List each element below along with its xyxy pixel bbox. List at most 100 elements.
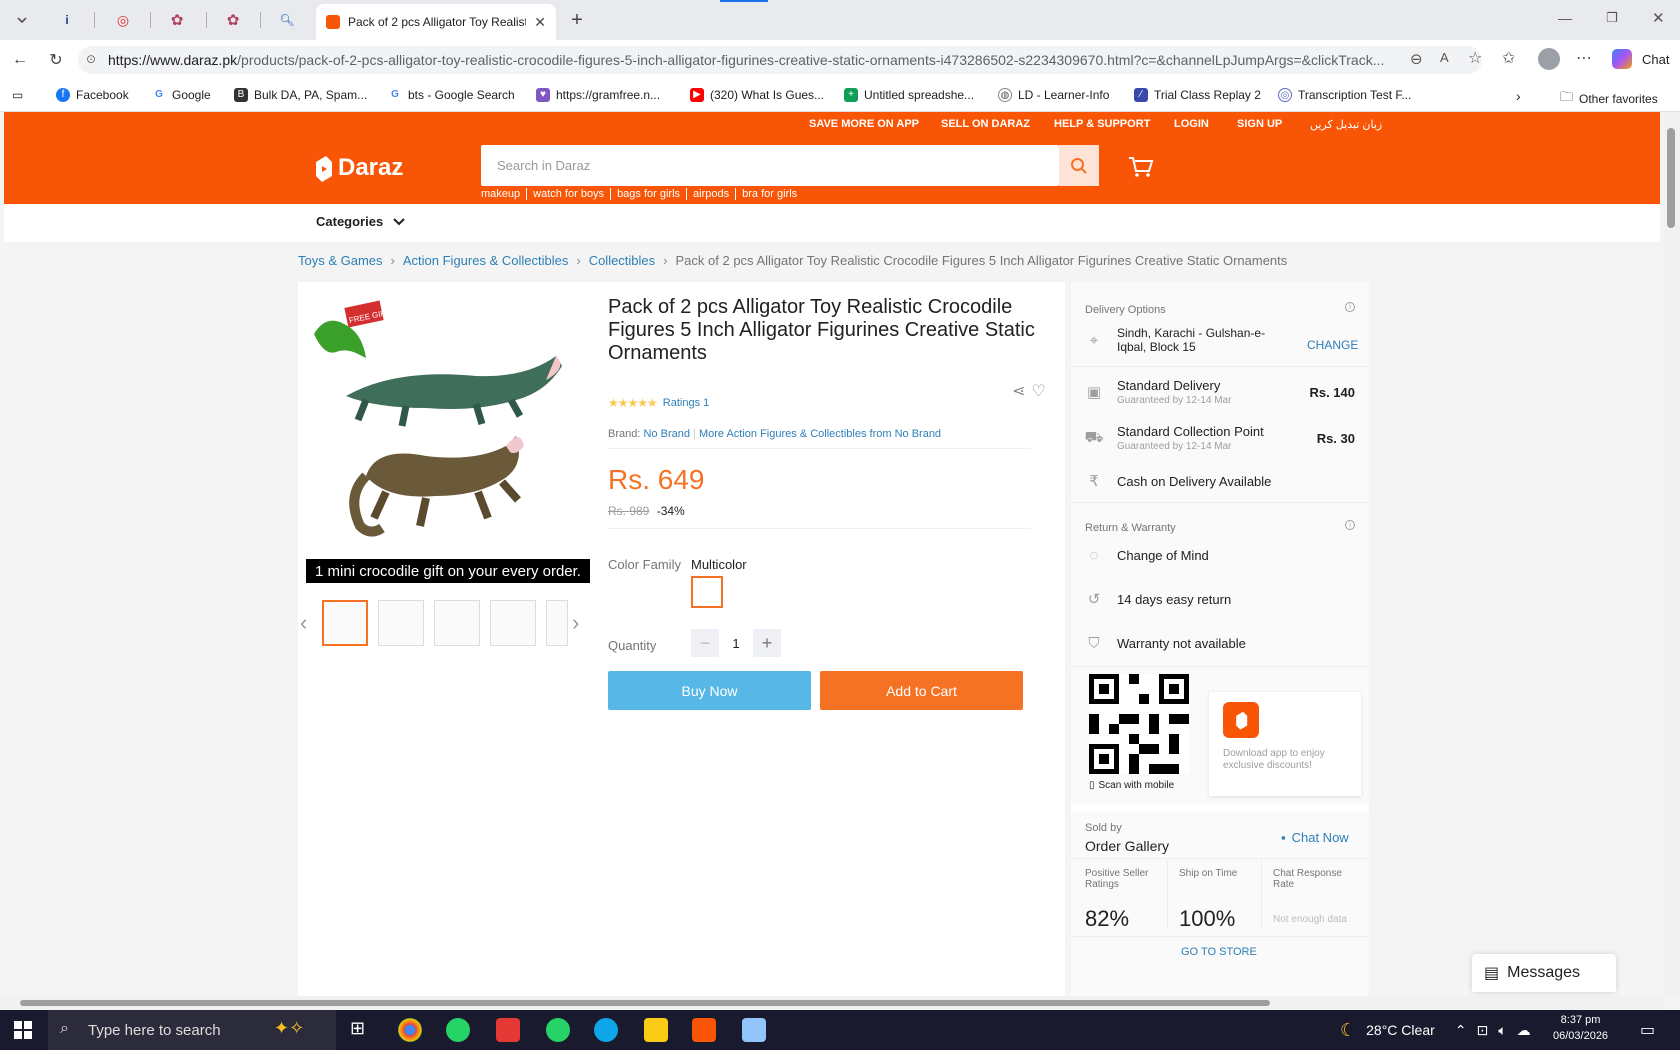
whatsapp-business-icon[interactable] xyxy=(546,1018,570,1042)
other-favorites[interactable]: 🗀 Other favorites xyxy=(1560,88,1658,110)
tab-gear[interactable]: ✿ xyxy=(162,0,192,40)
tab-search[interactable]: 🔍︎ xyxy=(272,0,302,40)
bookmarks-overflow-icon[interactable]: › xyxy=(1516,88,1521,104)
hscrollbar-thumb[interactable] xyxy=(20,1000,1270,1006)
tab-circle[interactable]: ◎ xyxy=(108,0,138,40)
login-link[interactable]: LOGIN xyxy=(1174,118,1209,130)
taskbar-search[interactable]: ⌕ Type here to search ✦✧ xyxy=(48,1010,336,1050)
favorite-star-icon[interactable]: ☆ xyxy=(1468,48,1482,68)
favorites-icon[interactable]: ✩ xyxy=(1502,48,1515,68)
sticky-notes-icon[interactable] xyxy=(644,1018,668,1042)
change-location-link[interactable]: CHANGE xyxy=(1307,338,1358,352)
tab-actions-chevron-icon[interactable] xyxy=(6,0,38,40)
app-download-box[interactable]: Download app to enjoy exclusive discount… xyxy=(1209,692,1361,796)
bookmark-google[interactable]: G Google xyxy=(152,88,211,102)
clock[interactable]: 8:37 pm 06/03/2026 xyxy=(1553,1012,1608,1044)
suggestion-makeup[interactable]: makeup xyxy=(481,188,526,200)
close-window-button[interactable]: ✕ xyxy=(1652,9,1665,27)
whatsapp-icon[interactable] xyxy=(446,1018,470,1042)
more-from-brand-link[interactable]: More Action Figures & Collectibles from … xyxy=(699,428,941,440)
active-tab[interactable]: Pack of 2 pcs Alligator Toy Realistic Cr… xyxy=(316,4,556,40)
close-tab-icon[interactable]: ✕ xyxy=(534,14,546,31)
back-icon[interactable]: ← xyxy=(8,48,32,72)
seller-name[interactable]: Order Gallery xyxy=(1085,838,1169,854)
address-bar[interactable]: ⊙ https://www.daraz.pk/products/pack-of-… xyxy=(78,46,1482,74)
tab-gear-2[interactable]: ✿ xyxy=(218,0,248,40)
daraz-logo[interactable]: Daraz xyxy=(312,152,403,184)
help-link[interactable]: HELP & SUPPORT xyxy=(1054,118,1150,130)
add-to-cart-button[interactable]: Add to Cart xyxy=(820,671,1023,710)
product-main-image[interactable]: FREE GIFT xyxy=(306,296,590,571)
app-icon[interactable] xyxy=(742,1018,766,1042)
scrollbar-thumb[interactable] xyxy=(1667,128,1675,228)
horizontal-scrollbar[interactable] xyxy=(0,996,1663,1010)
restore-button[interactable]: ❐ xyxy=(1606,10,1618,26)
color-swatch[interactable] xyxy=(691,576,723,608)
edge-icon[interactable] xyxy=(594,1018,618,1042)
new-tab-button[interactable]: + xyxy=(562,0,592,40)
windows-start-icon[interactable] xyxy=(14,1021,32,1042)
task-view-icon[interactable]: ⊞ xyxy=(350,1018,374,1042)
refresh-icon[interactable]: ↻ xyxy=(44,48,68,72)
breadcrumb-toys[interactable]: Toys & Games xyxy=(298,253,383,268)
thumbnail-3[interactable] xyxy=(434,600,480,646)
read-aloud-icon[interactable]: A xyxy=(1440,50,1449,65)
bookmark-trial-class[interactable]: ⁄ Trial Class Replay 2 xyxy=(1134,88,1261,102)
suggestion-bags[interactable]: bags for girls xyxy=(610,188,686,200)
quantity-increase-button[interactable]: + xyxy=(753,629,781,657)
info-icon[interactable]: i xyxy=(1345,302,1355,312)
suggestion-watch[interactable]: watch for boys xyxy=(526,188,610,200)
bookmark-transcription[interactable]: ◎ Transcription Test F... xyxy=(1278,88,1411,102)
tab-info[interactable]: i xyxy=(52,0,82,40)
search-input[interactable]: Search in Daraz xyxy=(481,145,1059,186)
copilot-icon[interactable] xyxy=(1612,49,1632,69)
chat-label[interactable]: Chat xyxy=(1642,52,1669,67)
categories-menu[interactable]: Categories xyxy=(316,214,405,229)
go-to-store-link[interactable]: GO TO STORE xyxy=(1181,946,1257,958)
daraz-taskbar-icon[interactable] xyxy=(692,1018,716,1042)
bookmark-bulk-da[interactable]: B Bulk DA, PA, Spam... xyxy=(234,88,367,102)
vertical-scrollbar[interactable] xyxy=(1663,112,1680,996)
messages-button[interactable]: ▤ Messages xyxy=(1472,954,1616,992)
bookmark-youtube[interactable]: ▶ (320) What Is Gues... xyxy=(690,88,824,102)
signup-link[interactable]: SIGN UP xyxy=(1237,118,1282,130)
bookmark-spreadsheet[interactable]: + Untitled spreadshe... xyxy=(844,88,974,102)
buy-now-button[interactable]: Buy Now xyxy=(608,671,811,710)
share-icon[interactable]: ⋖ xyxy=(1012,381,1025,401)
save-more-link[interactable]: SAVE MORE ON APP xyxy=(809,118,919,130)
anydesk-icon[interactable] xyxy=(496,1018,520,1042)
thumbs-prev-icon[interactable]: ‹ xyxy=(300,610,307,636)
heart-icon[interactable]: ♡ xyxy=(1031,381,1045,401)
thumbnail-2[interactable] xyxy=(378,600,424,646)
suggestion-bra[interactable]: bra for girls xyxy=(735,188,803,200)
language-link[interactable]: زبان تبدیل کریں xyxy=(1310,118,1382,131)
quantity-decrease-button[interactable]: − xyxy=(691,629,719,657)
ratings-link[interactable]: Ratings 1 xyxy=(663,397,709,409)
thumbs-next-icon[interactable]: › xyxy=(572,610,579,636)
cart-icon[interactable] xyxy=(1128,156,1154,181)
profile-avatar[interactable] xyxy=(1538,48,1560,70)
minimize-button[interactable]: — xyxy=(1558,10,1572,26)
info-icon[interactable]: i xyxy=(1345,520,1355,530)
notifications-icon[interactable]: ▭ xyxy=(1640,1020,1655,1040)
bookmark-gramfree[interactable]: ♥ https://gramfree.n... xyxy=(536,88,660,102)
zoom-icon[interactable]: ⊖ xyxy=(1410,50,1423,68)
breadcrumb-action-figures[interactable]: Action Figures & Collectibles xyxy=(403,253,568,268)
chat-now-button[interactable]: ▪ Chat Now xyxy=(1281,830,1349,845)
site-info-icon[interactable]: ⊙ xyxy=(86,52,96,66)
search-button[interactable] xyxy=(1059,145,1099,186)
quantity-value[interactable]: 1 xyxy=(719,629,753,657)
chrome-icon[interactable] xyxy=(398,1018,422,1042)
thumbnail-4[interactable] xyxy=(490,600,536,646)
brand-link[interactable]: No Brand xyxy=(643,428,689,440)
bookmark-bts[interactable]: Gbts - Google Search xyxy=(388,88,515,102)
reading-list-icon[interactable]: ▭ xyxy=(12,88,23,102)
sell-link[interactable]: SELL ON DARAZ xyxy=(941,118,1030,130)
bookmark-ld[interactable]: ◍ LD - Learner-Info xyxy=(998,88,1109,102)
more-menu-icon[interactable]: ⋯ xyxy=(1576,48,1592,68)
breadcrumb-collectibles[interactable]: Collectibles xyxy=(589,253,655,268)
thumbnail-5[interactable] xyxy=(546,600,568,646)
thumbnail-1[interactable] xyxy=(322,600,368,646)
bookmark-facebook[interactable]: f Facebook xyxy=(56,88,129,102)
suggestion-airpods[interactable]: airpods xyxy=(686,188,735,200)
